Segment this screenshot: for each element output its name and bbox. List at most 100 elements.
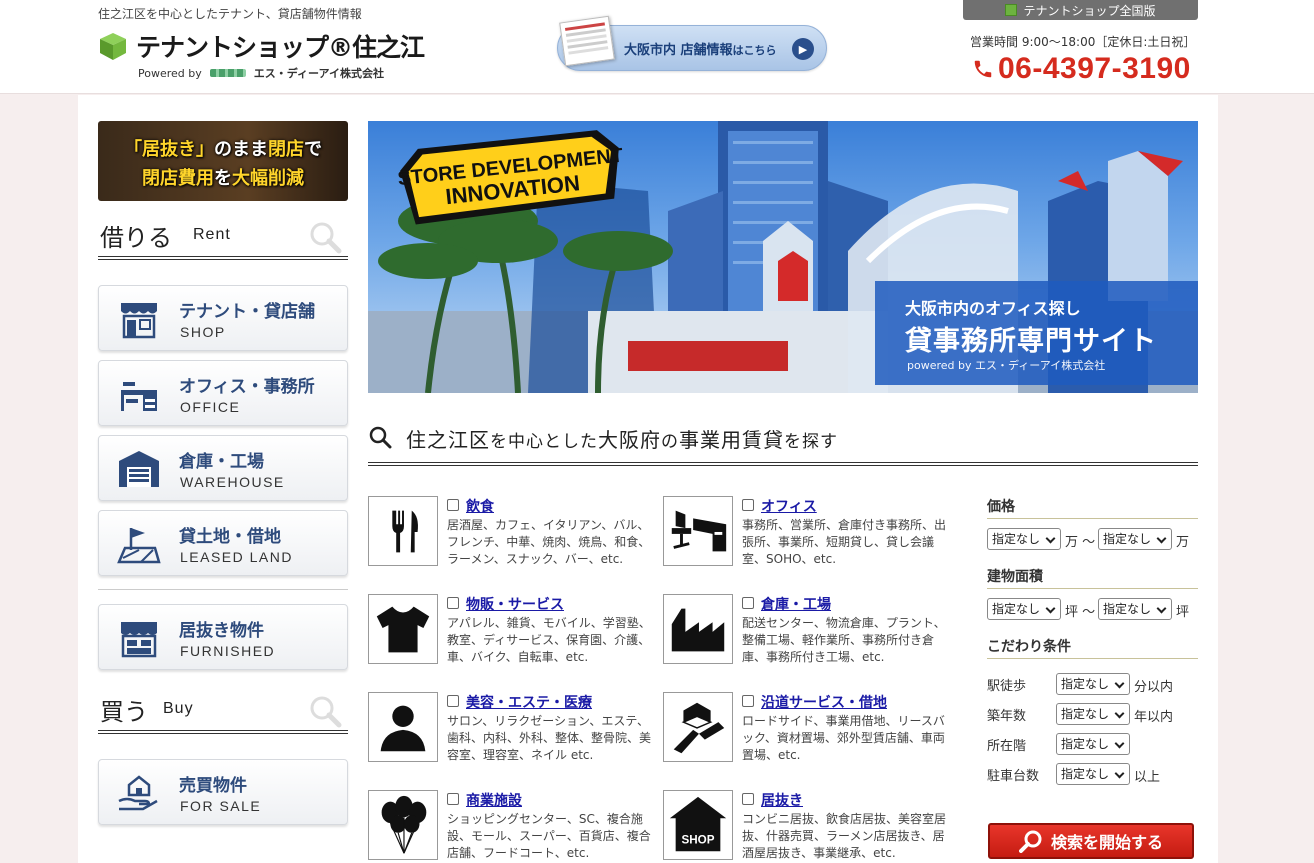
closing-banner-word: 大幅削減 (232, 168, 304, 189)
category-office: オフィス 事務所、営業所、倉庫付き事務所、出張所、事業所、短期貸し、貸し会議室、… (663, 496, 953, 576)
business-hours: 営業時間 9:00〜18:00［定休日:土日祝］ (970, 35, 1196, 49)
category-retail-service: 物販・サービス アパレル、雑貨、モバイル、学習塾、教室、ディサービス、保育園、介… (368, 594, 658, 674)
site-logo[interactable]: テナントショップ®住之江 (98, 28, 425, 64)
site-header: 住之江区を中心としたテナント、貸店舗物件情報 テナントショップ®住之江 Powe… (0, 0, 1314, 94)
category-checkbox[interactable] (742, 499, 754, 511)
sdi-logo-icon (209, 69, 246, 77)
category-link[interactable]: 物販・サービス (466, 594, 564, 614)
site-tagline: 住之江区を中心としたテナント、貸店舗物件情報 (98, 7, 362, 21)
rent-section-heading: 借りる Rent (98, 216, 348, 260)
category-link[interactable]: 居抜き (761, 790, 803, 810)
walk-select[interactable]: 指定なし (1056, 673, 1130, 695)
nationwide-link[interactable]: テナントショップ全国版 (963, 0, 1198, 20)
sidebar-item-office[interactable]: オフィス・事務所 OFFICE (98, 360, 348, 426)
sidebar-item-sublabel: OFFICE (180, 399, 241, 415)
age-select[interactable]: 指定なし (1056, 703, 1130, 725)
parking-select[interactable]: 指定なし (1056, 763, 1130, 785)
category-checkbox[interactable] (742, 793, 754, 805)
area-to-select[interactable]: 指定なし (1098, 598, 1172, 620)
person-icon (368, 692, 438, 762)
category-link[interactable]: 倉庫・工場 (761, 594, 831, 614)
closing-cost-banner[interactable]: 「居抜き」のまま閉店で 閉店費用を大幅削減 (98, 121, 348, 201)
hero-caption-box: 大阪市内のオフィス探し 貸事務所専門サイト powered by エス・ディーア… (875, 281, 1198, 385)
area-from-select[interactable]: 指定なし (987, 598, 1061, 620)
floor-label: 所在階 (987, 739, 1027, 754)
age-unit: 年以内 (1134, 710, 1174, 725)
category-checkbox[interactable] (447, 793, 459, 805)
closing-banner-word: 閉店費用 (142, 168, 214, 189)
search-button-label: 検索を開始する (1050, 833, 1163, 852)
search-section-title: 住之江区を中心とした大阪府の事業用賃貸を探す (368, 420, 1198, 466)
sidebar-item-shop[interactable]: テナント・貸店舗 SHOP (98, 285, 348, 351)
powered-by-label: Powered by (138, 66, 202, 80)
area-unit-to: 坪 (1176, 605, 1190, 620)
category-checkbox[interactable] (742, 597, 754, 609)
phone-text: 06-4397-3190 (998, 52, 1191, 85)
sidebar-item-label: 売買物件 (179, 776, 247, 796)
category-commercial-facility: 商業施設 ショッピングセンター、SC、複合施設、モール、スーパー、百貨店、複合店… (368, 790, 658, 863)
hero-caption-line1: 大阪市内のオフィス探し (905, 299, 1081, 318)
office-icon (121, 382, 157, 411)
category-link[interactable]: 沿道サービス・借地 (761, 692, 887, 712)
search-title-part: を探す (784, 432, 838, 452)
osaka-banner-text: 大阪市内 店舗情報はこちら (624, 39, 777, 58)
parking-label: 駐車台数 (987, 769, 1040, 784)
phone-number[interactable]: 06-4397-3190 (972, 52, 1191, 86)
buy-heading-en: Buy (163, 700, 194, 717)
category-link[interactable]: 飲食 (466, 496, 494, 516)
magnifier-icon (1018, 830, 1042, 853)
search-title-part: を中心とした (490, 432, 598, 452)
area-filter-heading: 建物面積 (987, 566, 1198, 589)
for-sale-icon (118, 775, 158, 811)
closing-banner-word: のまま (214, 139, 268, 160)
sidebar-item-label: 倉庫・工場 (179, 452, 264, 472)
sidebar-item-warehouse[interactable]: 倉庫・工場 WAREHOUSE (98, 435, 348, 501)
rent-heading-jp: 借りる (100, 224, 172, 252)
category-furnished: SHOP 居抜き コンビニ居抜、飲食店居抜、美容室居抜、什器売買、ラーメン店居抜… (663, 790, 953, 863)
osaka-banner-suffix: はこちら (732, 43, 777, 57)
category-description: 居酒屋、カフェ、イタリアン、バル、フレンチ、中華、焼肉、焼鳥、和食、ラーメン、ス… (447, 518, 651, 566)
sidebar-item-leased-land[interactable]: 貸土地・借地 LEASED LAND (98, 510, 348, 576)
category-link[interactable]: 商業施設 (466, 790, 522, 810)
category-description: アパレル、雑貨、モバイル、学習塾、教室、ディサービス、保育園、介護、車、バイク、… (447, 616, 651, 664)
category-description: サロン、リラクゼーション、エステ、歯科、内科、外科、整体、整骨院、美容室、理容室… (447, 714, 652, 762)
search-title-part: 事業用賃貸 (679, 428, 784, 452)
closing-banner-word: 閉店 (268, 139, 304, 160)
balloon-icon (368, 790, 438, 860)
sidebar-item-sublabel: SHOP (180, 324, 226, 340)
sidebar-item-furnished[interactable]: 居抜き物件 FURNISHED (98, 604, 348, 670)
osaka-store-info-banner[interactable]: 大阪市内 店舗情報はこちら ▶ (557, 15, 827, 71)
rent-heading-en: Rent (193, 226, 231, 243)
category-checkbox[interactable] (447, 499, 459, 511)
walk-label: 駅徒歩 (987, 679, 1027, 694)
parking-unit: 以上 (1134, 770, 1161, 785)
buy-heading-jp: 買う (100, 698, 148, 726)
sidebar-divider (98, 589, 348, 590)
brochure-thumbnail (559, 15, 615, 67)
tshirt-icon (368, 594, 438, 664)
magnifier-icon (310, 696, 342, 728)
walk-unit: 分以内 (1134, 680, 1174, 695)
logo-title: テナントショップ®住之江 (136, 33, 425, 62)
closing-banner-line1: 「居抜き」のまま閉店で (98, 135, 348, 161)
start-search-button[interactable]: 検索を開始する (988, 823, 1194, 859)
floor-select[interactable]: 指定なし (1056, 733, 1130, 755)
category-checkbox[interactable] (447, 695, 459, 707)
sidebar-item-for-sale[interactable]: 売買物件 FOR SALE (98, 759, 348, 825)
sidebar-item-sublabel: FURNISHED (180, 643, 276, 659)
svg-text:SHOP: SHOP (682, 833, 715, 846)
category-description: コンビニ居抜、飲食店居抜、美容室居抜、什器売買、ラーメン店居抜き、居酒屋居抜き、… (742, 812, 947, 860)
category-link[interactable]: 美容・エステ・医療 (466, 692, 592, 712)
category-description: ロードサイド、事業用借地、リースバック、資材置場、郊外型賃店舗、車両置場、etc… (742, 714, 945, 762)
play-arrow-icon: ▶ (792, 38, 814, 60)
furnished-icon (121, 622, 157, 658)
price-to-select[interactable]: 指定なし (1098, 528, 1172, 550)
price-from-select[interactable]: 指定なし (987, 528, 1061, 550)
category-roadside-land: 沿道サービス・借地 ロードサイド、事業用借地、リースバック、資材置場、郊外型賃店… (663, 692, 953, 772)
category-link[interactable]: オフィス (761, 496, 817, 516)
closing-banner-word: 「居抜き」 (124, 139, 214, 160)
hero-caption-line3: powered by エス・ディーアイ株式会社 (907, 359, 1106, 372)
category-checkbox[interactable] (742, 695, 754, 707)
category-checkbox[interactable] (447, 597, 459, 609)
search-title-text: 住之江区を中心とした大阪府の事業用賃貸を探す (406, 424, 838, 453)
